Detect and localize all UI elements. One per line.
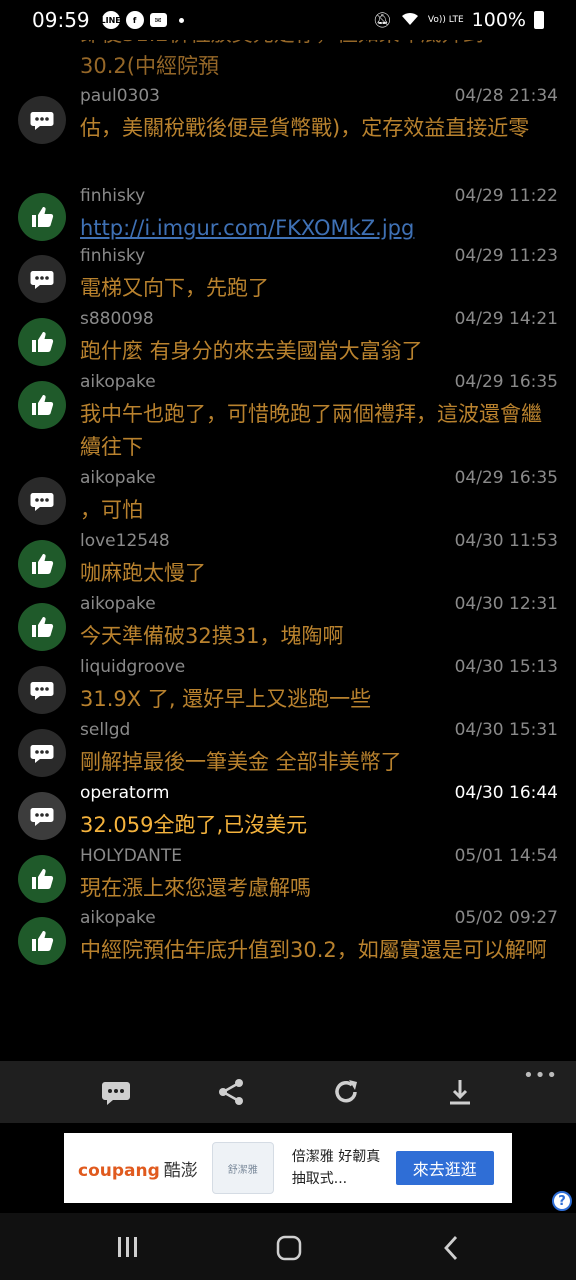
comment-username[interactable]: love12548: [80, 531, 170, 555]
comment-username[interactable]: liquidgroove: [80, 657, 185, 681]
more-options-icon[interactable]: •••: [523, 1065, 558, 1086]
battery-icon: [534, 11, 544, 29]
comment-icon[interactable]: [96, 1072, 136, 1112]
comment-username[interactable]: aikopake: [80, 468, 156, 492]
comment-timestamp: 04/29 11:23: [454, 246, 558, 266]
comment-link[interactable]: http://i.imgur.com/FKXOMkZ.jpg: [80, 212, 558, 245]
comment-text: 電梯又向下，先跑了: [80, 276, 269, 300]
comment-feed[interactable]: 即使31.2价位放美元定存，但如果年底升到30.2(中經院預 paul03030…: [0, 0, 576, 1060]
comment-icon: [18, 255, 66, 303]
comment-icon: [18, 666, 66, 714]
comment-meta: sellgd 04/30 15:31: [80, 720, 558, 744]
comment-meta: operatorm 04/30 16:44: [80, 783, 558, 807]
comment-icon: [18, 477, 66, 525]
comment-meta: aikopake 04/29 16:35: [80, 468, 558, 492]
comment-timestamp: 04/29 16:35: [454, 468, 558, 488]
comment-username[interactable]: finhisky: [80, 246, 145, 270]
message-icon: ✉: [149, 13, 167, 27]
bottom-toolbar: •••: [0, 1061, 576, 1123]
like-icon: [18, 540, 66, 588]
comment-meta: aikopake 04/29 16:35: [80, 372, 558, 396]
system-nav-bar: [0, 1213, 576, 1280]
wifi-icon: [400, 10, 420, 30]
status-bar: 09:59 LINE f ✉ 🔕︎ Vo)) LTE 100%: [0, 0, 576, 40]
comment-text: 中經院預估年底升值到30.2，如屬實還是可以解啊: [80, 938, 547, 962]
comment-username[interactable]: aikopake: [80, 372, 156, 396]
comment-meta: liquidgroove 04/30 15:13: [80, 657, 558, 681]
mute-icon: 🔕︎: [372, 11, 392, 29]
comment-meta: aikopake 04/30 12:31: [80, 594, 558, 618]
refresh-icon[interactable]: [326, 1072, 366, 1112]
comment-meta: aikopake 05/02 09:27: [80, 908, 558, 932]
comment-username[interactable]: operatorm: [80, 783, 169, 807]
comment-text: 現在漲上來您還考慮解嗎: [80, 876, 311, 900]
like-icon: [18, 381, 66, 429]
like-icon: [18, 603, 66, 651]
comment-timestamp: 04/30 11:53: [454, 531, 558, 551]
ad-brand: coupang 酷澎: [78, 1160, 198, 1181]
comment-icon: [18, 96, 66, 144]
comment-timestamp: 05/01 14:54: [454, 846, 558, 866]
comment-icon: [18, 729, 66, 777]
download-icon[interactable]: [440, 1072, 480, 1112]
comment-timestamp: 04/29 14:21: [454, 309, 558, 329]
comment-meta: paul0303 04/28 21:34: [80, 86, 558, 110]
like-icon: [18, 855, 66, 903]
ad-product-image: 舒潔雅: [211, 1142, 274, 1194]
comment-timestamp: 04/30 15:31: [454, 720, 558, 740]
ad-help-icon[interactable]: ?: [552, 1191, 572, 1211]
line-icon: LINE: [101, 11, 121, 29]
more-notifications-icon: [178, 17, 184, 23]
comment-text: 咖麻跑太慢了: [80, 561, 206, 585]
comment-icon: [18, 792, 66, 840]
like-icon: [18, 193, 66, 241]
comment-text: 估，美關稅戰後便是貨幣戰)，定存效益直接近零: [80, 116, 530, 140]
like-icon: [18, 318, 66, 366]
status-time: 09:59: [32, 8, 90, 32]
comment-timestamp: 04/29 11:22: [454, 186, 558, 206]
comment-text: 31.9X 了, 還好早上又逃跑一些: [80, 687, 372, 711]
lte-signal-icon: Vo)) LTE: [427, 14, 464, 25]
comment-timestamp: 04/28 21:34: [454, 86, 558, 106]
comment-text: 今天準備破32摸31，塊陶啊: [80, 624, 344, 648]
ad-cta-button[interactable]: 來去逛逛: [395, 1151, 494, 1185]
share-icon[interactable]: [211, 1072, 251, 1112]
notification-icons: LINE f ✉: [101, 11, 184, 29]
comment-timestamp: 04/30 15:13: [454, 657, 558, 677]
comment-username[interactable]: finhisky: [80, 186, 145, 210]
facebook-icon: f: [125, 11, 144, 29]
home-button[interactable]: [276, 1235, 302, 1265]
comment-timestamp: 04/30 16:44: [454, 783, 558, 803]
comment-text: 32.059全跑了,已沒美元: [80, 813, 308, 837]
battery-percent: 100%: [471, 9, 526, 31]
comment-username[interactable]: aikopake: [80, 908, 156, 932]
comment-username[interactable]: HOLYDANTE: [80, 846, 182, 870]
comment-meta: love12548 04/30 11:53: [80, 531, 558, 555]
comment-text: 剛解掉最後一筆美金 全部非美幣了: [80, 750, 402, 774]
comment-meta: finhisky 04/29 11:23: [80, 246, 558, 270]
comment-timestamp: 04/30 12:31: [454, 594, 558, 614]
comment-username[interactable]: aikopake: [80, 594, 156, 618]
ad-card[interactable]: coupang 酷澎 舒潔雅 倍潔雅 好韌真 抽取式... 來去逛逛: [64, 1133, 512, 1203]
recent-apps-button[interactable]: [116, 1235, 140, 1263]
comment-text: 跑什麼 有身分的來去美國當大富翁了: [80, 339, 423, 363]
ad-banner: coupang 酷澎 舒潔雅 倍潔雅 好韌真 抽取式... 來去逛逛 ?: [0, 1123, 576, 1213]
comment-meta: HOLYDANTE 05/01 14:54: [80, 846, 558, 870]
back-button[interactable]: [440, 1234, 464, 1266]
comment-username[interactable]: sellgd: [80, 720, 130, 744]
comment-meta: s880098 04/29 14:21: [80, 309, 558, 333]
comment-text: ，可怕: [80, 498, 143, 522]
comment-meta: finhisky 04/29 11:22: [80, 186, 558, 210]
comment-timestamp: 04/29 16:35: [454, 372, 558, 392]
like-icon: [18, 917, 66, 965]
ad-text: 倍潔雅 好韌真 抽取式...: [291, 1149, 381, 1187]
comment-timestamp: 05/02 09:27: [454, 908, 558, 928]
comment-username[interactable]: s880098: [80, 309, 154, 333]
system-status: 🔕︎ Vo)) LTE 100%: [373, 9, 544, 31]
comment-username[interactable]: paul0303: [80, 86, 160, 110]
comment-text: 我中午也跑了，可惜晚跑了兩個禮拜，這波還會繼續往下: [80, 402, 542, 459]
